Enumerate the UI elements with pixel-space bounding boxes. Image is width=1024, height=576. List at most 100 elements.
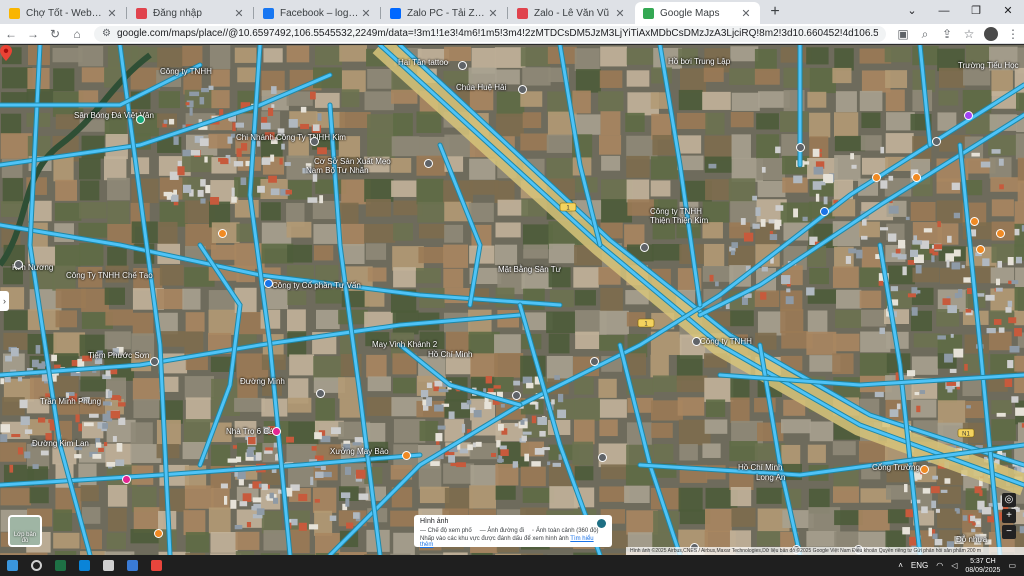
poi-pin-icon[interactable]	[598, 453, 607, 462]
place-label[interactable]: Xưởng May Bảo	[330, 447, 389, 456]
tab-search-icon[interactable]: ⌄	[896, 0, 928, 24]
place-label[interactable]: Công ty TNHH	[160, 67, 212, 76]
back-arrow-icon[interactable]: ←	[0, 24, 22, 44]
close-tab-icon[interactable]: ✕	[233, 7, 245, 20]
place-label[interactable]: May Vinh Khánh 2	[372, 340, 437, 349]
poi-pin-icon[interactable]	[264, 279, 273, 288]
close-window-icon[interactable]: ✕	[992, 0, 1024, 24]
bookmark-star-icon[interactable]: ☆	[958, 24, 980, 44]
place-label[interactable]: Công Ty TNHH Chế Tạo	[66, 271, 153, 280]
poi-pin-icon[interactable]	[316, 389, 325, 398]
close-tab-icon[interactable]: ✕	[740, 7, 752, 20]
poi-pin-icon[interactable]	[970, 217, 979, 226]
tab-5[interactable]: Zalo - Lê Văn Vũ ✕	[509, 2, 634, 24]
place-label[interactable]: Công ty TNHH	[650, 207, 702, 216]
street-view-option[interactable]: — Chế độ xem phố	[420, 528, 472, 534]
expand-panel-button[interactable]: ›	[0, 291, 9, 311]
place-label[interactable]: Nam Bộ Tư Nhân	[306, 166, 369, 175]
place-label[interactable]: Trần Minh Phụng	[40, 397, 101, 406]
menu-kebab-icon[interactable]: ⋮	[1002, 24, 1024, 44]
site-info-icon[interactable]: ⚙	[102, 28, 111, 39]
home-icon[interactable]: ⌂	[66, 24, 88, 44]
place-label[interactable]: Tiệm Phước Sơn	[88, 351, 149, 360]
excel-icon[interactable]	[48, 555, 72, 576]
explorer-icon[interactable]	[120, 555, 144, 576]
location-pin-icon[interactable]	[0, 45, 12, 61]
tab-2[interactable]: Đăng nhập ✕	[128, 2, 253, 24]
tab-4[interactable]: Zalo PC - Tải Zalo PC để làm việc✕	[382, 2, 507, 24]
poi-pin-icon[interactable]	[512, 391, 521, 400]
tab-3[interactable]: Facebook – log in or sign up✕	[255, 2, 380, 24]
poi-pin-icon[interactable]	[976, 245, 985, 254]
poi-pin-icon[interactable]	[932, 137, 941, 146]
close-tab-icon[interactable]: ✕	[487, 7, 499, 20]
search-icon[interactable]	[24, 555, 48, 576]
place-label[interactable]: Trường Tiểu Học	[958, 61, 1019, 70]
zoom-icon[interactable]: ⌕	[914, 24, 936, 44]
poi-pin-icon[interactable]	[692, 337, 701, 346]
place-label[interactable]: Chùa Huệ Hải	[456, 83, 506, 92]
place-label[interactable]: Chi Nhánh Công Ty TNHH Kim	[236, 133, 346, 142]
volume-icon[interactable]: ◁	[951, 561, 957, 570]
place-label[interactable]: Đường Kim Lan	[32, 439, 89, 448]
poi-pin-icon[interactable]	[154, 529, 163, 538]
close-tab-icon[interactable]: ✕	[106, 7, 118, 20]
zoom-in-button[interactable]: +	[1002, 509, 1016, 523]
notification-icon[interactable]: ▭	[1008, 561, 1016, 570]
install-app-icon[interactable]: ▣	[892, 24, 914, 44]
poi-pin-icon[interactable]	[912, 173, 921, 182]
windows-start-icon[interactable]	[0, 555, 24, 576]
clock[interactable]: 5:37 CH 08/09/2025	[965, 557, 1000, 575]
road-photo-option[interactable]: — Ảnh đường đi	[480, 528, 524, 534]
tab-1[interactable]: Chợ Tốt - Website Mua Bán, Rao Vặt✕	[1, 2, 126, 24]
poi-pin-icon[interactable]	[640, 243, 649, 252]
profile-avatar[interactable]	[984, 26, 998, 41]
place-label[interactable]: Đỗ nhựa	[956, 535, 987, 544]
poi-pin-icon[interactable]	[964, 111, 973, 120]
minimize-icon[interactable]: —	[928, 0, 960, 24]
new-tab-button[interactable]: +	[764, 2, 786, 24]
tab-6[interactable]: Google Maps ✕	[635, 2, 760, 24]
tray-up-arrow-icon[interactable]: ˄	[898, 561, 903, 570]
close-tab-icon[interactable]: ✕	[614, 7, 626, 20]
poi-pin-icon[interactable]	[218, 229, 227, 238]
place-label[interactable]: Hồ Chí Minh	[428, 350, 472, 359]
place-label[interactable]: Cơ Sở Sản Xuất Mẹo	[314, 157, 391, 166]
my-location-icon[interactable]: ◎	[1002, 493, 1016, 507]
wifi-icon[interactable]: ◠	[936, 561, 943, 570]
poi-pin-icon[interactable]	[872, 173, 881, 182]
edge-icon[interactable]	[72, 555, 96, 576]
place-label[interactable]: Mặt Bằng Sân Tư	[498, 265, 561, 274]
place-label[interactable]: Cổng Trường	[872, 463, 920, 472]
place-label[interactable]: Công ty TNHH	[700, 337, 752, 346]
place-label[interactable]: Long An	[756, 473, 785, 482]
forward-arrow-icon[interactable]: →	[22, 24, 44, 44]
place-label[interactable]: Công ty Cổ phần Tư Vấn	[272, 281, 361, 290]
poi-pin-icon[interactable]	[136, 115, 145, 124]
zoom-out-button[interactable]: −	[1002, 525, 1016, 539]
address-bar[interactable]: ⚙ google.com/maps/place//@10.6597492,106…	[94, 25, 886, 42]
maximize-icon[interactable]: ❐	[960, 0, 992, 24]
imagery-toggle[interactable]	[597, 519, 606, 528]
poi-pin-icon[interactable]	[518, 85, 527, 94]
place-label[interactable]: Nhà Trọ 6 Các	[226, 427, 278, 436]
reload-icon[interactable]: ↻	[44, 24, 66, 44]
poi-pin-icon[interactable]	[796, 143, 805, 152]
place-label[interactable]: Hai Tân tattoo	[398, 58, 448, 67]
poi-pin-icon[interactable]	[310, 137, 319, 146]
satellite-map[interactable]: 1 1 N1 Công ty TNHH Hai Tân tattoo Chùa Huệ …	[0, 45, 1024, 555]
language-indicator[interactable]: ENG	[911, 561, 928, 570]
chrome-icon[interactable]	[144, 555, 168, 576]
poi-pin-icon[interactable]	[820, 207, 829, 216]
poi-pin-icon[interactable]	[150, 357, 159, 366]
poi-pin-icon[interactable]	[590, 357, 599, 366]
place-label[interactable]: Đường Minh	[240, 377, 285, 386]
teams-icon[interactable]	[96, 555, 120, 576]
poi-pin-icon[interactable]	[996, 229, 1005, 238]
poi-pin-icon[interactable]	[402, 451, 411, 460]
poi-pin-icon[interactable]	[424, 159, 433, 168]
place-label[interactable]: Hồ Chí Minh	[738, 463, 782, 472]
poi-pin-icon[interactable]	[272, 427, 281, 436]
panorama-option[interactable]: ◦ Ảnh toàn cảnh (360 độ)	[532, 528, 599, 534]
poi-pin-icon[interactable]	[14, 260, 23, 269]
